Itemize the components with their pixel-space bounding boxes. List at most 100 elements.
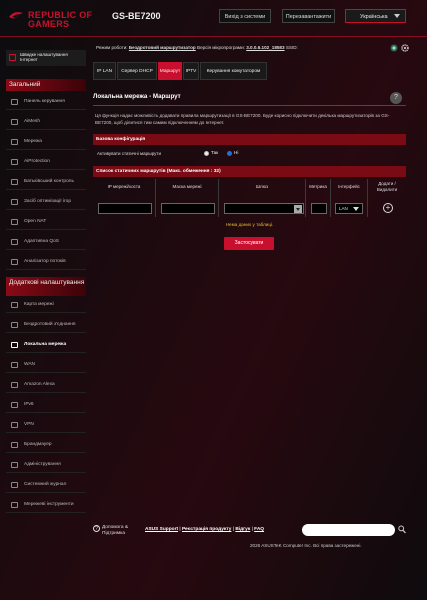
lan-icon <box>11 342 18 348</box>
open-nat-icon <box>11 219 18 225</box>
rog-eye-icon <box>9 12 23 19</box>
gear-icon[interactable] <box>401 44 409 52</box>
radio-no-label: Ні <box>234 150 239 155</box>
empty-table-message: Нема даних у таблиці. <box>225 222 274 227</box>
brand-line2: GAMERS <box>28 19 70 29</box>
language-value: Українська <box>360 14 388 20</box>
status-bar: Режим роботи: Бездротовий маршрутизатор … <box>96 45 298 50</box>
sidebar-item-label: Amazon Alexa <box>24 382 55 387</box>
advanced-item[interactable]: VPN <box>6 417 86 433</box>
sidebar-item-label: Адміністрування <box>24 462 61 467</box>
reboot-button[interactable]: Перезавантажити <box>282 9 335 23</box>
advanced-item[interactable]: WAN <box>6 357 86 373</box>
advanced-item[interactable]: Мережеві інструменти <box>6 497 86 513</box>
ipv6-icon <box>11 402 18 408</box>
advanced-item[interactable]: Адміністрування <box>6 457 86 473</box>
advanced-item[interactable]: IPv6 <box>6 397 86 413</box>
sidebar-item-label: Панель керування <box>24 99 65 104</box>
tab-item[interactable]: IPTV <box>183 62 199 80</box>
gateway-input[interactable] <box>224 203 304 214</box>
general-item[interactable]: Панель керування <box>6 94 86 110</box>
col-metric: Метрика <box>309 184 327 189</box>
language-select[interactable]: Українська <box>345 9 406 23</box>
firewall-icon <box>11 442 18 448</box>
advanced-item[interactable]: Бездротовий з'єднання <box>6 317 86 333</box>
asus-support-link[interactable]: ASUS Support <box>145 527 178 532</box>
brand-text: REPUBLIC OF GAMERS <box>28 11 92 29</box>
radio-no[interactable] <box>227 151 232 156</box>
title-divider <box>93 105 406 106</box>
logout-button[interactable]: Вихід з системи <box>219 9 271 23</box>
traffic-analyzer-icon <box>11 259 18 265</box>
sidebar-item-label: AiMesh <box>24 119 40 124</box>
advanced-item[interactable]: Брандмауер <box>6 437 86 453</box>
general-section-title: Загальний <box>6 79 86 91</box>
sidebar-item-label: Системний журнал <box>24 482 67 487</box>
chevron-down-icon <box>394 14 400 18</box>
help-support-link[interactable]: ? Допомога & Підтримка <box>93 525 141 537</box>
feedback-link[interactable]: Відгук <box>235 527 250 532</box>
radio-yes-label: Так <box>211 150 219 155</box>
game-optimizer-icon <box>11 199 18 205</box>
page-description: Ця функція надає можливість додавати пра… <box>95 113 390 125</box>
interface-select[interactable]: LAN <box>335 203 363 214</box>
general-item[interactable]: Засіб оптимізації ігор <box>6 194 86 210</box>
tab-item[interactable]: Сервер DHCP <box>117 62 157 80</box>
product-registration-link[interactable]: Реєстрація продукту <box>182 527 231 532</box>
fw-value[interactable]: 3.0.0.6.102_18583 <box>246 45 284 50</box>
apply-button[interactable]: Застосувати <box>224 237 274 250</box>
footer-search-input[interactable] <box>302 524 395 536</box>
tab-item[interactable]: IP LAN <box>93 62 116 80</box>
tab-item[interactable]: Керування комутатором <box>200 62 267 80</box>
rog-logo[interactable]: REPUBLIC OF GAMERS <box>8 8 108 30</box>
general-item[interactable]: Батьківський контроль <box>6 174 86 190</box>
page-title: Локальна мережа - Маршрут <box>93 93 181 100</box>
search-go-icon[interactable] <box>398 525 406 534</box>
quick-setup-icon <box>9 54 16 61</box>
network-icon <box>11 139 18 145</box>
col-interface: Інтерфейс <box>338 184 360 189</box>
mode-label: Режим роботи: <box>96 45 128 50</box>
advanced-section-title: Додаткові налаштування <box>6 277 86 296</box>
sidebar-item-label: Мережа <box>24 139 42 144</box>
model-name: GS-BE7200 <box>112 11 161 21</box>
static-routes-label: Активувати статичні маршрути <box>97 151 162 156</box>
metric-input[interactable] <box>311 203 327 214</box>
footer-links: ASUS Support | Реєстрація продукту | Від… <box>145 527 265 532</box>
mode-value[interactable]: Бездротовий маршрутизатор <box>129 45 196 50</box>
col-add-delete: Додати / Видалити <box>376 181 398 192</box>
mask-input[interactable] <box>161 203 215 214</box>
admin-icon <box>11 462 18 468</box>
help-icon[interactable]: ? <box>390 92 402 104</box>
fw-label: Версія мікропрограми: <box>197 45 245 50</box>
general-item[interactable]: Аналізатор потоків <box>6 254 86 270</box>
general-item[interactable]: Open NAT <box>6 214 86 230</box>
general-item[interactable]: Мережа <box>6 134 86 150</box>
quick-setup-button[interactable]: Швидке налаштування Інтернет <box>6 50 86 66</box>
general-item[interactable]: AiProtection <box>6 154 86 170</box>
network-map-icon <box>11 302 18 308</box>
tab-item[interactable]: Маршрут <box>158 62 182 80</box>
network-status-icon[interactable] <box>390 44 398 52</box>
col-network: IP мережі/хоста <box>107 184 141 189</box>
sidebar-item-label: Мережеві інструменти <box>24 502 74 507</box>
chevron-down-icon <box>353 207 359 211</box>
faq-link[interactable]: FAQ <box>254 527 264 532</box>
advanced-item[interactable]: Карта мережі <box>6 297 86 313</box>
network-input[interactable] <box>98 203 152 214</box>
sidebar-item-label: Бездротовий з'єднання <box>24 322 76 327</box>
general-item[interactable]: Адаптивна QoS <box>6 234 86 250</box>
radio-yes[interactable] <box>204 151 209 156</box>
add-route-button[interactable]: + <box>383 203 393 213</box>
advanced-item[interactable]: Amazon Alexa <box>6 377 86 393</box>
sidebar-item-label: Батьківський контроль <box>24 179 74 184</box>
alexa-icon <box>11 382 18 388</box>
advanced-item[interactable]: Системний журнал <box>6 477 86 493</box>
advanced-item[interactable]: Локальна мережа <box>6 337 86 353</box>
interface-value: LAN <box>339 206 348 211</box>
aiprotection-icon <box>11 159 18 165</box>
ssid-label: SSID: <box>285 45 298 50</box>
general-item[interactable]: AiMesh <box>6 114 86 130</box>
decor-line <box>0 36 427 37</box>
gateway-dropdown-icon[interactable] <box>294 205 302 213</box>
